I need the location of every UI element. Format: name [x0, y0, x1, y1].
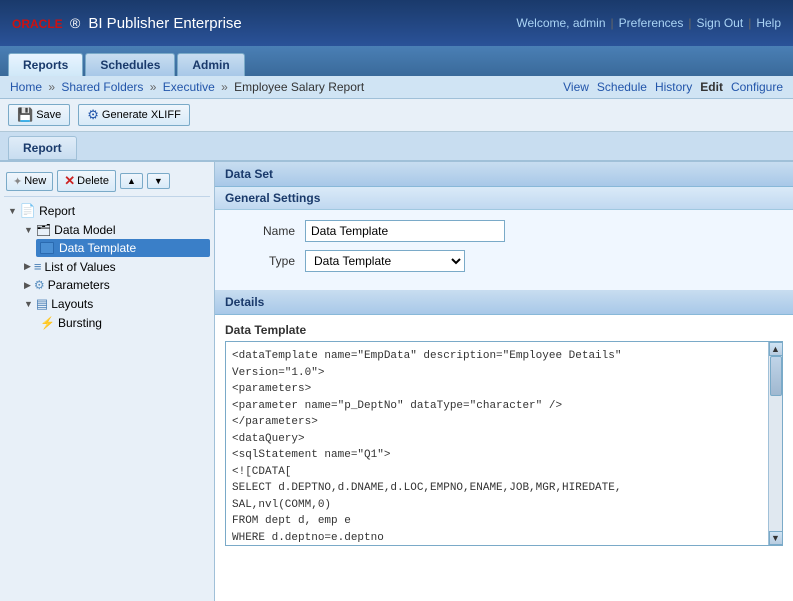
report-icon: 📄 [20, 203, 36, 219]
parameters-icon: ⚙ [34, 278, 45, 292]
breadcrumb-actions: View Schedule History Edit Configure [563, 80, 783, 94]
schedule-link[interactable]: Schedule [597, 80, 647, 94]
tree-item-listofvalues[interactable]: ▶ ≡ List of Values [20, 257, 210, 276]
new-button[interactable]: ✦ New [6, 172, 53, 191]
report-tab[interactable]: Report [8, 136, 77, 160]
general-settings-header: General Settings [215, 187, 793, 210]
delete-icon: ✕ [64, 173, 75, 189]
type-label: Type [235, 254, 295, 268]
name-input[interactable] [305, 220, 505, 242]
expand-icon: ▼ [8, 206, 17, 216]
down-icon: ▼ [154, 176, 163, 186]
configure-link[interactable]: Configure [731, 80, 783, 94]
new-icon: ✦ [13, 175, 22, 188]
save-icon [17, 107, 33, 123]
tree-item-datamodel[interactable]: ▼ 🗂 Data Model [20, 221, 210, 239]
details-header: Details [215, 290, 793, 315]
breadcrumb: Home » Shared Folders » Executive » Empl… [10, 80, 364, 94]
layouts-icon: ▤ [36, 296, 48, 312]
signout-link[interactable]: Sign Out [696, 16, 743, 30]
code-area-wrapper: ▲ ▼ [225, 341, 783, 546]
tab-schedules[interactable]: Schedules [85, 53, 175, 76]
type-select-wrapper: Data Template SQL Query Oracle BI Analys… [305, 250, 465, 272]
breadcrumb-report-name: Employee Salary Report [234, 80, 364, 94]
tree-item-bursting[interactable]: ⚡ Bursting [36, 314, 210, 332]
breadcrumb-shared-folders[interactable]: Shared Folders [61, 80, 143, 94]
navbar: Reports Schedules Admin [0, 46, 793, 76]
breadcrumb-executive[interactable]: Executive [163, 80, 215, 94]
scroll-down-button[interactable]: ▼ [769, 531, 783, 545]
up-icon: ▲ [127, 176, 136, 186]
delete-button[interactable]: ✕ Delete [57, 170, 116, 192]
left-panel: ✦ New ✕ Delete ▲ ▼ ▼ 📄 [0, 161, 215, 601]
generate-xliff-button[interactable]: Generate XLIFF [78, 104, 190, 126]
name-row: Name [235, 220, 773, 242]
details-area: Data Template ▲ ▼ [215, 315, 793, 554]
listofvalues-icon: ≡ [34, 259, 42, 274]
preferences-link[interactable]: Preferences [619, 16, 684, 30]
dataset-header: Data Set [215, 162, 793, 187]
xliff-icon [87, 107, 99, 123]
name-label: Name [235, 224, 295, 238]
expand-icon-layouts: ▼ [24, 299, 33, 309]
edit-link[interactable]: Edit [700, 80, 723, 94]
app-header: ORACLE ® BI Publisher Enterprise Welcome… [0, 0, 793, 46]
header-right: Welcome, admin | Preferences | Sign Out … [516, 16, 781, 30]
panel-toolbar: ✦ New ✕ Delete ▲ ▼ [4, 166, 210, 197]
tree-item-layouts[interactable]: ▼ ▤ Layouts [20, 294, 210, 314]
breadcrumb-bar: Home » Shared Folders » Executive » Empl… [0, 76, 793, 99]
code-editor[interactable] [226, 342, 768, 542]
bi-publisher-title: BI Publisher Enterprise [88, 15, 241, 32]
tree: ▼ 📄 Report ▼ 🗂 Data Model Data Template [4, 201, 210, 332]
welcome-text: Welcome, admin [516, 16, 605, 30]
type-row: Type Data Template SQL Query Oracle BI A… [235, 250, 773, 272]
expand-icon-dm: ▼ [24, 225, 33, 235]
tab-admin[interactable]: Admin [177, 53, 244, 76]
data-template-label: Data Template [225, 323, 783, 337]
main-content: ✦ New ✕ Delete ▲ ▼ ▼ 📄 [0, 161, 793, 601]
general-settings-form: Name Type Data Template SQL Query Oracle… [215, 210, 793, 290]
tab-reports[interactable]: Reports [8, 53, 83, 76]
view-link[interactable]: View [563, 80, 589, 94]
expand-icon-lov: ▶ [24, 261, 31, 272]
move-up-button[interactable]: ▲ [120, 173, 143, 189]
oracle-text: ORACLE [12, 17, 63, 31]
oracle-logo: ORACLE ® [12, 15, 80, 31]
datatemplate-icon [40, 242, 54, 254]
scrollbar: ▲ ▼ [768, 342, 782, 545]
logo-area: ORACLE ® BI Publisher Enterprise [12, 15, 242, 32]
right-panel: Data Set General Settings Name Type Data… [215, 161, 793, 601]
tree-item-parameters[interactable]: ▶ ⚙ Parameters [20, 276, 210, 294]
type-select[interactable]: Data Template SQL Query Oracle BI Analys… [305, 250, 465, 272]
expand-icon-params: ▶ [24, 280, 31, 291]
history-link[interactable]: History [655, 80, 692, 94]
save-button[interactable]: Save [8, 104, 70, 126]
scrollbar-thumb[interactable] [770, 356, 782, 396]
breadcrumb-home[interactable]: Home [10, 80, 42, 94]
bursting-icon: ⚡ [40, 316, 55, 330]
tree-item-datatemplate[interactable]: Data Template [36, 239, 210, 257]
move-down-button[interactable]: ▼ [147, 173, 170, 189]
toolbar: Save Generate XLIFF [0, 99, 793, 132]
datamodel-icon: 🗂 [36, 223, 51, 237]
registered-mark: ® [70, 15, 80, 31]
help-link[interactable]: Help [756, 16, 781, 30]
tree-item-report[interactable]: ▼ 📄 Report [4, 201, 210, 221]
scroll-up-button[interactable]: ▲ [769, 342, 783, 356]
